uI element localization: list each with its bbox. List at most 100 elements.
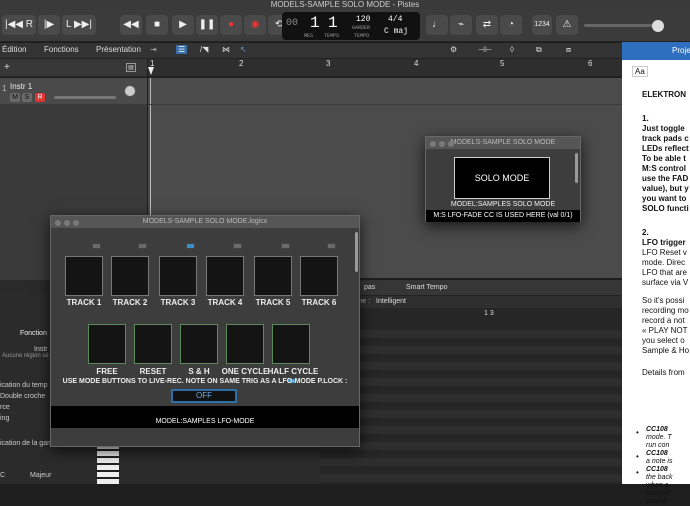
solo-mode-window[interactable]: MODELS-SAMPLE SOLO MODE SOLO MODE MODEL:… xyxy=(425,136,581,222)
track-1-pad[interactable] xyxy=(65,256,103,296)
forward-button[interactable]: L ▶▶| xyxy=(62,15,96,35)
track-2-led xyxy=(138,243,147,249)
solo-scrollbar[interactable] xyxy=(575,153,578,183)
playhead-icon[interactable] xyxy=(148,67,154,75)
track-5-label: TRACK 5 xyxy=(255,298,291,307)
one-cycle-mode-pad[interactable] xyxy=(226,324,264,364)
local-menu-bar: Édition Fonctions Présentation ⇥ ☰ /◥ ⋈ … xyxy=(0,43,622,59)
project-tab[interactable]: Proje xyxy=(622,42,690,60)
play-from-start-button[interactable]: |▶ xyxy=(38,15,60,35)
bullet-icon: • xyxy=(636,468,639,477)
pas-label: pas xyxy=(364,284,376,291)
catch-playhead-icon[interactable]: ⇥ xyxy=(150,45,157,54)
window-title: MODELS-SAMPLE SOLO MODE - Pistes xyxy=(270,0,420,9)
automation-icon[interactable]: /◥ xyxy=(200,45,208,54)
solo-button[interactable]: S xyxy=(22,93,32,102)
lfo-scrollbar[interactable] xyxy=(355,232,358,272)
pointer-tool-icon[interactable]: ↖ xyxy=(240,45,247,54)
track-2-pad[interactable] xyxy=(111,256,149,296)
transport-bar: |◀◀ R |▶ L ▶▶| ◀◀ ■ ▶ ❚❚ ● ◉ ⟲ 00 1 1 ME… xyxy=(0,10,690,42)
track-6-led xyxy=(327,243,336,249)
solo-footer-model: MODEL:SAMPLES SOLO MODE xyxy=(450,201,556,208)
bullet-icon: • xyxy=(636,452,639,461)
solo-window-titlebar[interactable]: MODELS-SAMPLE SOLO MODE xyxy=(426,137,580,149)
scale-type[interactable]: Majeur xyxy=(30,472,51,479)
tempo-label: GARDER xyxy=(352,25,371,31)
solo-mode-display[interactable]: SOLO MODE xyxy=(454,157,550,199)
snap-row: Magnétisme : Intelligent xyxy=(320,296,622,308)
master-volume-knob[interactable] xyxy=(652,20,664,32)
ruler-mark: 2 xyxy=(239,59,244,68)
free-mode-pad[interactable] xyxy=(88,324,126,364)
gear-icon[interactable]: ⚙ xyxy=(450,45,457,54)
mute-button[interactable]: M xyxy=(10,93,20,102)
rewind-button[interactable]: |◀◀ R xyxy=(2,15,36,35)
window-controls[interactable] xyxy=(430,140,457,152)
live-rec-toggle-button[interactable]: OFF xyxy=(171,389,237,403)
metronome-button[interactable]: ⚠ xyxy=(556,15,578,35)
list-view-icon[interactable]: ☰ xyxy=(176,45,188,54)
menu-edition[interactable]: Édition xyxy=(2,45,26,54)
count-in-button[interactable]: 1234 xyxy=(532,15,552,35)
lcd-left: 00 xyxy=(286,18,299,29)
waveform-zoom-icon[interactable]: ◊ xyxy=(510,45,514,54)
track-6-pad[interactable] xyxy=(300,256,338,296)
snap-value[interactable]: Intelligent xyxy=(376,298,406,305)
zoom-vertical-icon[interactable]: ⧉ xyxy=(536,45,542,55)
lfo-window-titlebar[interactable]: MODELS-SAMPLE SOLO MODE.logicx xyxy=(51,216,359,228)
project-notes-panel: Proje Aa ELEKTRON 1. Just toggle track p… xyxy=(622,42,690,505)
menu-fonctions[interactable]: Fonctions xyxy=(44,45,79,54)
key: C maj xyxy=(384,27,409,36)
fonctions-menu[interactable]: Fonction xyxy=(20,330,47,337)
strength-label: rce xyxy=(0,404,10,411)
window-titlebar: MODELS-SAMPLE SOLO MODE - Pistes xyxy=(0,0,690,10)
track-2-label: TRACK 2 xyxy=(112,298,148,307)
snap-icon[interactable]: ⊣⊢ xyxy=(478,45,492,54)
ruler-mark: 3 xyxy=(326,59,331,68)
add-track-button[interactable]: + xyxy=(4,62,10,73)
ruler-mark: 1 xyxy=(150,59,155,68)
quantize-value[interactable]: Double croche xyxy=(0,393,45,400)
record-enable-button[interactable]: R xyxy=(35,93,45,102)
replace-icon[interactable]: ⇄ xyxy=(476,15,498,35)
piano-roll-lanes[interactable] xyxy=(320,322,622,484)
sample-hold-mode-pad[interactable] xyxy=(180,324,218,364)
sample-hold-label: S & H xyxy=(188,367,210,376)
menu-presentation[interactable]: Présentation xyxy=(96,45,141,54)
piano-roll-grid[interactable]: 1 3 xyxy=(320,308,622,484)
bar-ruler[interactable]: 1 2 3 4 5 6 xyxy=(148,59,622,77)
stop-button[interactable]: ■ xyxy=(146,15,168,35)
flex-icon[interactable]: ⋈ xyxy=(222,45,230,54)
lcd-display[interactable]: 00 1 1 MES TEMPS 120 GARDER TEMPO 4/4 C … xyxy=(282,12,420,40)
track-name[interactable]: Instr 1 xyxy=(10,82,32,91)
reset-mode-pad[interactable] xyxy=(134,324,172,364)
track-5-pad[interactable] xyxy=(254,256,292,296)
capture-record-button[interactable]: ◉ xyxy=(244,15,266,35)
notes-text[interactable]: ELEKTRON 1. Just toggle track pads c LED… xyxy=(642,90,689,378)
master-volume-slider[interactable] xyxy=(584,24,654,27)
window-controls[interactable] xyxy=(55,219,82,231)
zoom-horizontal-icon[interactable]: ⧈ xyxy=(566,45,571,55)
metronome-icon[interactable]: ⌁ xyxy=(450,15,472,35)
record-button[interactable]: ● xyxy=(220,15,242,35)
tempo-sub: TEMPO xyxy=(354,33,370,39)
half-cycle-mode-pad[interactable] xyxy=(272,324,310,364)
tempo-quantize-label: ication du temp xyxy=(0,382,48,389)
track-volume-slider[interactable] xyxy=(54,96,116,99)
track-4-pad[interactable] xyxy=(206,256,244,296)
play-button[interactable]: ▶ xyxy=(172,15,194,35)
track-row[interactable]: 1 Instr 1 M S R xyxy=(0,78,147,104)
tuner-gauge-icon[interactable]: ◔ xyxy=(500,15,522,35)
smart-tempo-tab[interactable]: Smart Tempo xyxy=(406,284,448,291)
notes-heading: ELEKTRON xyxy=(642,90,686,99)
track-number: 1 xyxy=(2,84,7,93)
tuner-icon[interactable]: ♩ xyxy=(426,15,448,35)
font-button[interactable]: Aa xyxy=(632,66,648,77)
lfo-mode-window[interactable]: MODELS-SAMPLE SOLO MODE.logicx TRACK 1 T… xyxy=(50,215,360,447)
pause-button[interactable]: ❚❚ xyxy=(196,15,218,35)
track-3-pad[interactable] xyxy=(159,256,197,296)
global-tracks-icon[interactable]: ▤ xyxy=(126,63,136,72)
pan-knob[interactable] xyxy=(124,85,136,97)
scale-root[interactable]: C xyxy=(0,472,5,479)
rewind-icon[interactable]: ◀◀ xyxy=(120,15,142,35)
